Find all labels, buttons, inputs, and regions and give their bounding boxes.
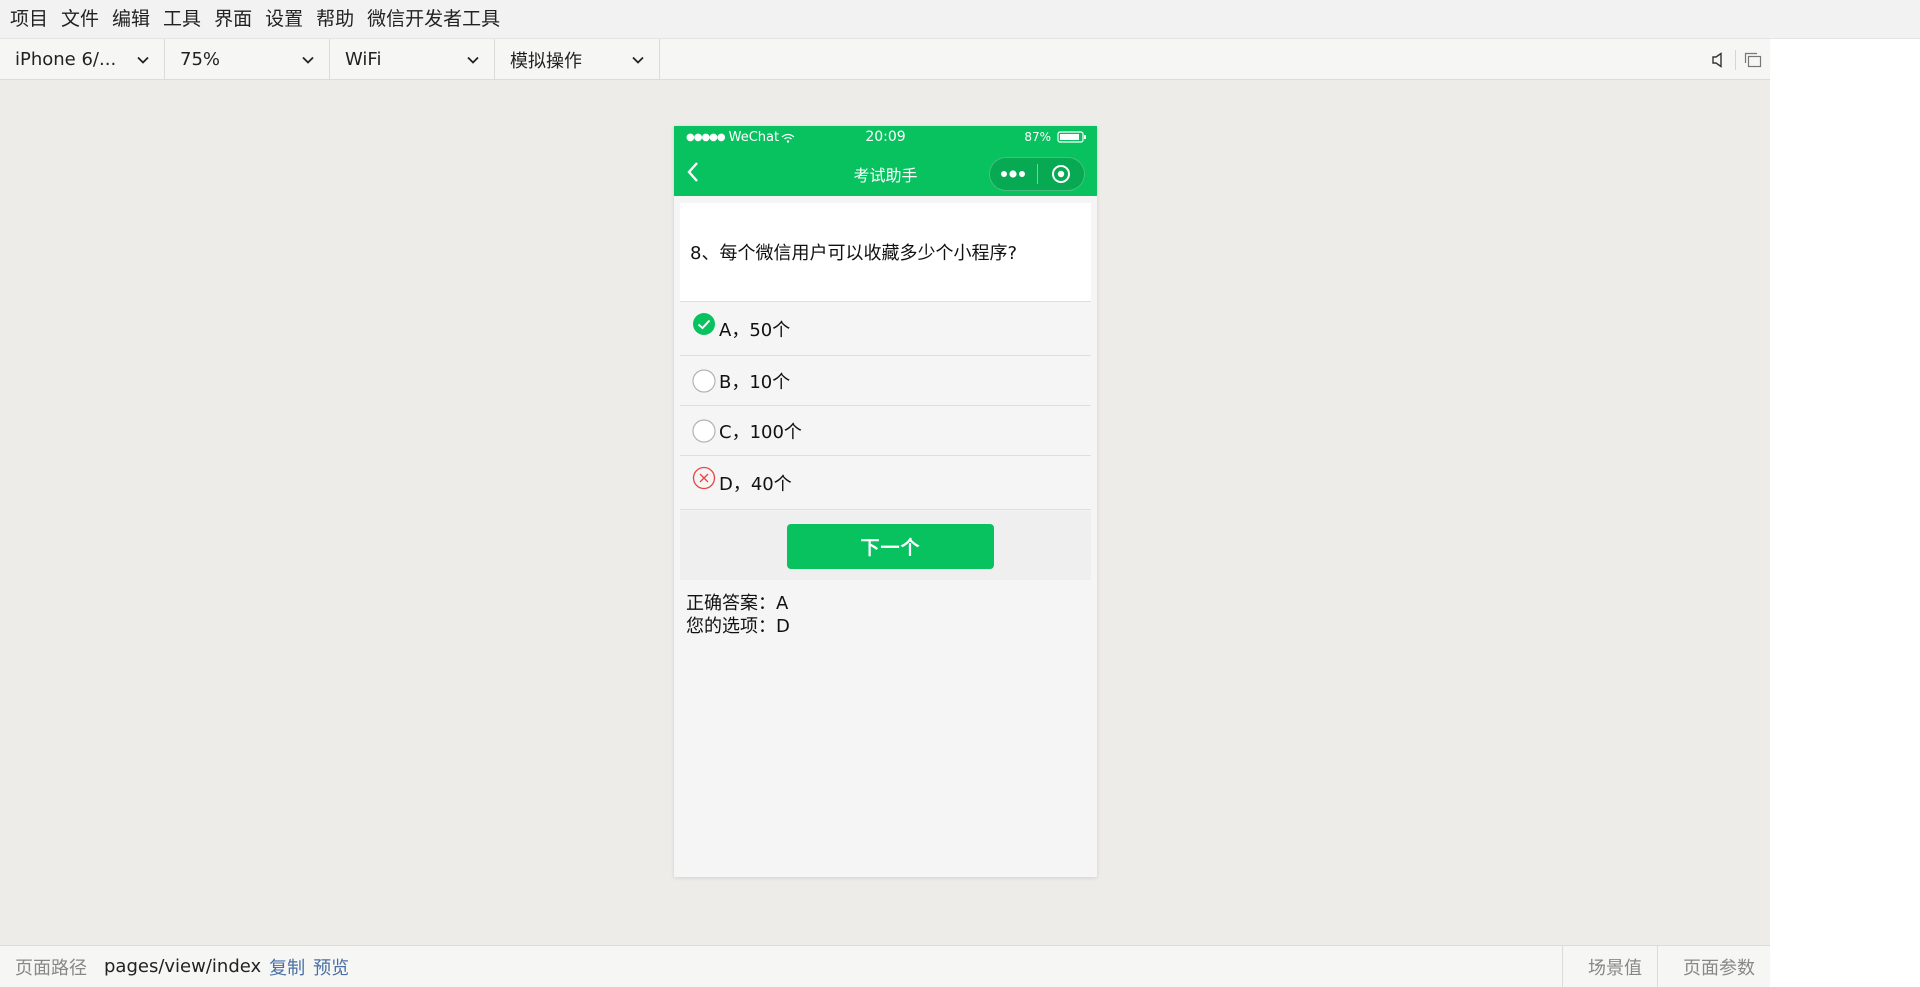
option-a[interactable]: A，50个 (680, 302, 1091, 356)
option-d[interactable]: D，40个 (680, 456, 1091, 510)
status-bar-right: 场景值 页面参数 (1562, 946, 1770, 987)
next-button[interactable]: 下一个 (787, 524, 994, 569)
option-c-label: C，100个 (719, 421, 802, 443)
simulator-panel: iPhone 6/... 75% WiFi 模拟操作 ●●●●● WeChat … (0, 39, 1770, 987)
scene-value-button[interactable]: 场景值 (1562, 946, 1657, 987)
battery-percent: 87% (1024, 130, 1051, 144)
chevron-down-icon (302, 56, 314, 64)
button-area: 下一个 (680, 511, 1091, 580)
menu-tools[interactable]: 工具 (159, 0, 210, 39)
your-choice-text: 您的选项：D (686, 616, 790, 637)
menu-help[interactable]: 帮助 (312, 0, 363, 39)
menu-project[interactable]: 项目 (6, 0, 57, 39)
option-b[interactable]: B，10个 (680, 356, 1091, 406)
page-path-label: 页面路径 (15, 957, 87, 979)
battery-icon (1057, 131, 1086, 143)
phone-status-bar: ●●●●● WeChat 20:09 87% (674, 126, 1097, 149)
sound-icon[interactable] (1701, 39, 1735, 80)
radio-empty-icon (692, 368, 716, 393)
menu-devtools[interactable]: 微信开发者工具 (363, 0, 509, 39)
menu-interface[interactable]: 界面 (210, 0, 261, 39)
correct-answer-text: 正确答案：A (686, 593, 789, 614)
menu-edit[interactable]: 编辑 (108, 0, 159, 39)
menu-file[interactable]: 文件 (57, 0, 108, 39)
result-block: 正确答案：A 您的选项：D (686, 592, 790, 638)
option-c[interactable]: C，100个 (680, 406, 1091, 456)
device-select-value: iPhone 6/... (15, 49, 117, 70)
zoom-select[interactable]: 75% (165, 39, 330, 80)
preview-link[interactable]: 预览 (313, 954, 349, 980)
zoom-select-value: 75% (180, 49, 221, 70)
network-select-value: WiFi (345, 49, 382, 70)
option-b-label: B，10个 (719, 371, 791, 393)
operation-select[interactable]: 模拟操作 (495, 39, 660, 80)
page-status-bar: 页面路径 pages/view/index 复制 预览 场景值 页面参数 (0, 945, 1770, 987)
copy-link[interactable]: 复制 (269, 954, 305, 980)
option-a-label: A，50个 (719, 319, 791, 341)
capsule-menu (989, 157, 1085, 191)
menu-bar: 项目 文件 编辑 工具 界面 设置 帮助 微信开发者工具 (0, 0, 1920, 39)
radio-empty-icon (692, 418, 716, 443)
simulator-toolbar: iPhone 6/... 75% WiFi 模拟操作 (0, 39, 1770, 80)
page-path-value: pages/view/index (104, 956, 262, 977)
phone-screen: ●●●●● WeChat 20:09 87% 考试助手 8、每个微信用户可以收藏… (674, 126, 1097, 877)
status-right: 87% (1024, 130, 1087, 144)
menu-settings[interactable]: 设置 (261, 0, 312, 39)
wrong-circle-icon (692, 466, 716, 489)
device-select[interactable]: iPhone 6/... (0, 39, 165, 80)
chevron-down-icon (632, 56, 644, 64)
operation-select-value: 模拟操作 (510, 50, 582, 72)
chevron-down-icon (137, 56, 149, 64)
toolbar-right-icons (1701, 39, 1770, 80)
network-select[interactable]: WiFi (330, 39, 495, 80)
option-d-label: D，40个 (719, 473, 792, 495)
chevron-down-icon (467, 56, 479, 64)
more-dots-icon[interactable] (990, 157, 1037, 191)
page-params-button[interactable]: 页面参数 (1657, 946, 1770, 987)
window-icon[interactable] (1736, 39, 1770, 80)
close-target-icon[interactable] (1037, 157, 1084, 191)
check-circle-icon (693, 312, 715, 335)
question-text: 8、每个微信用户可以收藏多少个小程序? (680, 203, 1091, 302)
phone-nav-bar: 考试助手 (674, 149, 1097, 196)
